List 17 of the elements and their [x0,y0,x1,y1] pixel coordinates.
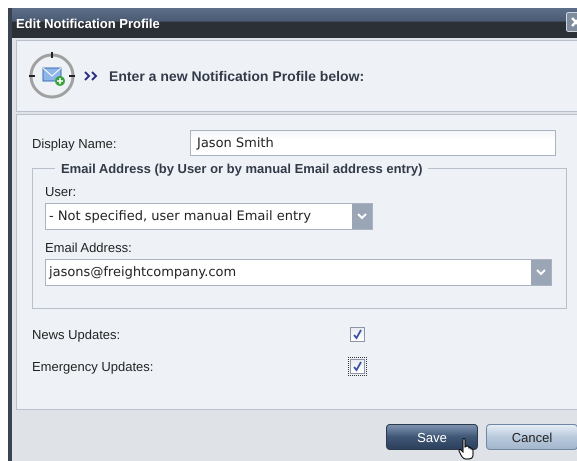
user-dropdown[interactable]: - Not specified, user manual Email entry [45,203,373,230]
field-label: User: [45,184,78,199]
double-chevron-icon [83,70,99,82]
window-title: Edit Notification Profile [16,16,160,30]
option-label: News Updates: [32,326,122,342]
option-label: Emergency Updates: [32,358,154,374]
save-button[interactable]: Save [386,424,478,450]
cancel-button[interactable]: Cancel [486,424,577,450]
group-legend: Email Address (by User or by manual Email address entry) [55,161,428,176]
checkbox[interactable] [350,326,365,342]
checkbox[interactable] [350,358,365,374]
header-text: Enter a new Notification Profile below: [109,68,364,84]
hand-cursor-icon [458,438,476,460]
field-label: Email Address: [45,240,133,255]
email-dropdown[interactable]: jasons@freightcompany.com [45,259,552,286]
display-name-field[interactable]: Jason Smith [190,130,556,156]
field-label: Display Name: [32,136,118,150]
